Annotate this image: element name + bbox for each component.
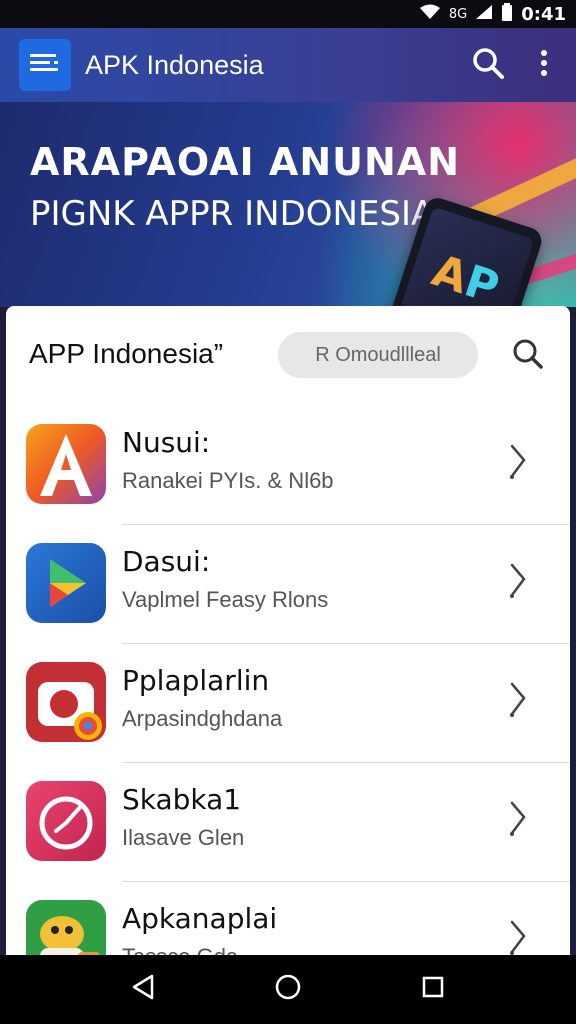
back-triangle-icon [130, 973, 156, 1006]
clock: 0:41 [521, 3, 566, 25]
home-button[interactable] [268, 970, 308, 1010]
app-subtitle: Ranakei PYIs. & Nl6b [122, 468, 334, 493]
recents-button[interactable] [413, 970, 453, 1010]
list-item[interactable]: Skabka1 Ilasave Glen [6, 763, 570, 882]
recents-square-icon [421, 975, 445, 1004]
app-title: APK Indonesia [85, 49, 264, 80]
search-icon [472, 47, 504, 84]
section-header: APP Indonesia” R Omoudllleal [6, 306, 570, 406]
signal-icon [475, 4, 493, 25]
app-name: Dasui: [122, 545, 211, 578]
app-name: Pplaplarlin [122, 664, 270, 697]
play-store-icon [26, 543, 106, 623]
menu-button[interactable] [19, 39, 71, 91]
clock-app-icon [26, 781, 106, 861]
filter-chip[interactable]: R Omoudllleal [278, 332, 478, 378]
app-bar: APK Indonesia [0, 28, 576, 102]
list-item[interactable]: Nusui: Ranakei PYIs. & Nl6b [6, 406, 570, 525]
wifi-icon [419, 4, 441, 25]
app-name: Nusui: [122, 426, 211, 459]
app-subtitle: Ilasave Glen [122, 825, 245, 850]
section-search-button[interactable] [506, 334, 550, 378]
promo-banner[interactable]: ARAPAOAI ANUNAN PIGNK APPR INDONESIA AP [0, 102, 576, 307]
camera-app-icon [26, 662, 106, 742]
search-icon [512, 338, 544, 375]
list-item[interactable]: Pplaplarlin Arpasindghdana [6, 644, 570, 763]
search-button[interactable] [460, 37, 516, 93]
overflow-menu-button[interactable] [516, 37, 572, 93]
app-subtitle: Vaplmel Feasy Rlons [122, 587, 329, 612]
app-list-card: APP Indonesia” R Omoudllleal Nusui: Rana… [6, 306, 570, 966]
chevron-right-icon [506, 680, 530, 720]
chevron-right-icon [506, 799, 530, 839]
home-circle-icon [274, 973, 302, 1006]
app-name: Apkanaplai [122, 902, 278, 935]
network-label: 8G [448, 6, 468, 22]
menu-icon [30, 52, 60, 79]
status-bar: 8G 0:41 [0, 0, 576, 28]
back-button[interactable] [123, 970, 163, 1010]
chevron-right-icon [506, 561, 530, 601]
list-item[interactable]: Dasui: Vaplmel Feasy Rlons [6, 525, 570, 644]
battery-icon [501, 2, 513, 26]
app-subtitle: Arpasindghdana [122, 706, 283, 731]
banner-headline: ARAPAOAI ANUNAN [30, 140, 460, 184]
app-name: Skabka1 [122, 783, 242, 816]
letter-a-app-icon [26, 424, 106, 504]
more-vert-icon [540, 49, 548, 81]
chevron-right-icon [506, 918, 530, 958]
system-navigation-bar [0, 955, 576, 1024]
banner-subheadline: PIGNK APPR INDONESIA [30, 194, 435, 234]
chevron-right-icon [506, 442, 530, 482]
list-item[interactable]: Apkanaplai Tassce Gda [6, 882, 570, 966]
section-title: APP Indonesia” [29, 338, 224, 369]
